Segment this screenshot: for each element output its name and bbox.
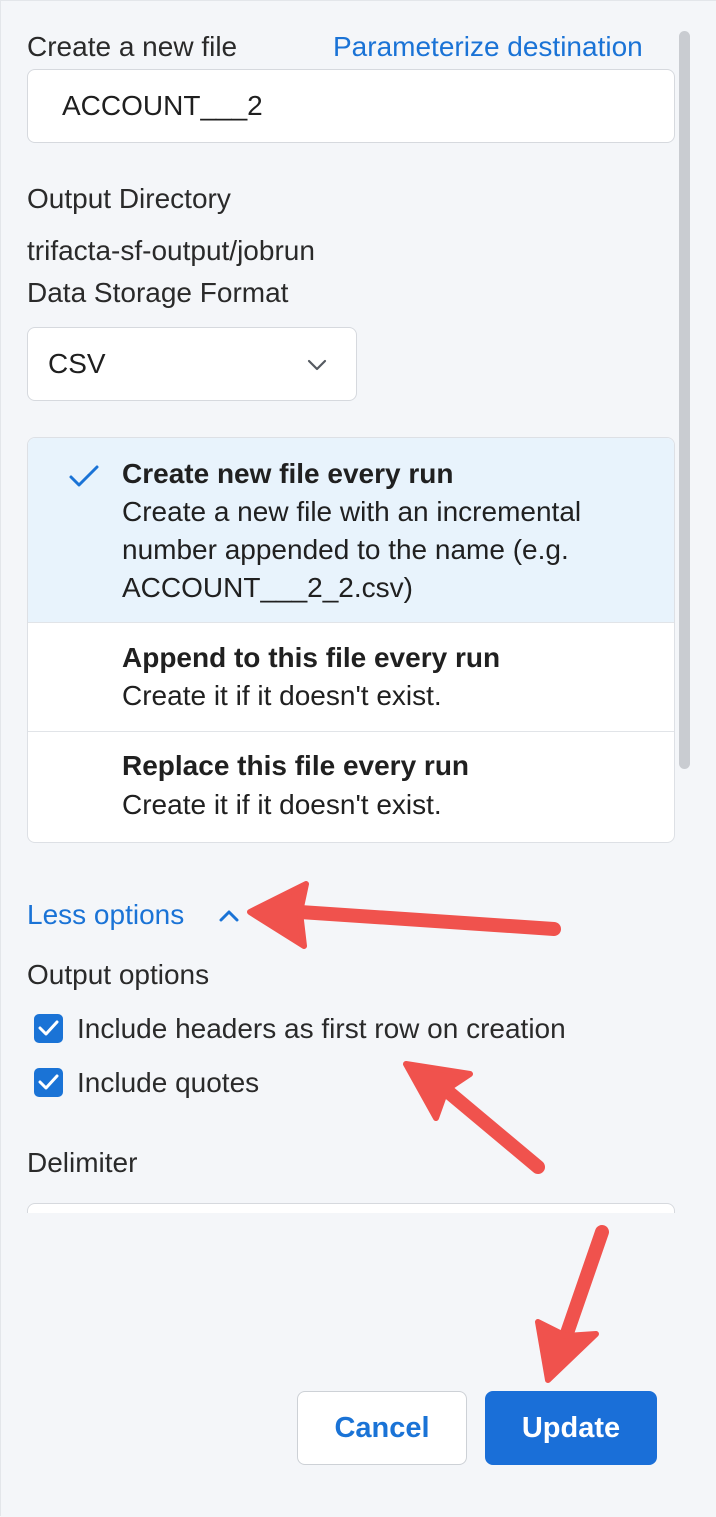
publishing-settings-panel: Create a new file Parameterize destinati… <box>0 0 716 1517</box>
write-action-list: Create new file every run Create a new f… <box>27 437 675 843</box>
parameterize-destination-link[interactable]: Parameterize destination <box>333 30 643 64</box>
output-directory-path: trifacta-sf-output/jobrun <box>27 235 315 266</box>
dialog-footer <box>1 1213 716 1517</box>
checkmark-icon <box>38 1020 59 1036</box>
data-storage-format-label: Data Storage Format <box>27 277 289 308</box>
write-action-title: Create new file every run <box>122 458 454 489</box>
checkmark-icon <box>38 1074 59 1090</box>
write-action-append[interactable]: Append to this file every run Create it … <box>28 623 674 731</box>
filename-input[interactable] <box>27 69 675 143</box>
create-new-file-label: Create a new file <box>27 31 238 62</box>
storage-format-selected-value: CSV <box>48 348 106 379</box>
cancel-button[interactable]: Cancel <box>297 1391 467 1465</box>
write-action-create-new-file[interactable]: Create new file every run Create a new f… <box>28 438 674 622</box>
delimiter-input[interactable] <box>27 1203 675 1213</box>
include-headers-label[interactable]: Include headers as first row on creation <box>77 1012 566 1046</box>
less-options-toggle[interactable]: Less options <box>27 898 184 932</box>
storage-format-select[interactable]: CSV <box>27 327 357 401</box>
vertical-scrollbar[interactable] <box>679 31 690 769</box>
output-directory-label: Output Directory <box>27 183 231 214</box>
include-headers-checkbox[interactable] <box>34 1014 63 1043</box>
output-options-label: Output options <box>27 959 210 990</box>
include-quotes-label[interactable]: Include quotes <box>77 1066 259 1100</box>
checkmark-icon <box>69 465 99 487</box>
write-action-title: Replace this file every run <box>122 750 470 781</box>
delimiter-label: Delimiter <box>27 1147 138 1178</box>
write-action-description: Create it if it doesn't exist. <box>122 680 442 711</box>
write-action-title: Append to this file every run <box>122 642 501 673</box>
settings-scroll-area[interactable]: Create a new file Parameterize destinati… <box>1 1 697 1213</box>
write-action-replace[interactable]: Replace this file every run Create it if… <box>28 732 674 842</box>
chevron-down-icon <box>307 359 327 371</box>
update-button[interactable]: Update <box>485 1391 657 1465</box>
chevron-up-icon[interactable] <box>217 905 241 925</box>
include-quotes-checkbox[interactable] <box>34 1068 63 1097</box>
write-action-description: Create it if it doesn't exist. <box>122 789 442 820</box>
write-action-description: Create a new file with an incremental nu… <box>122 496 582 603</box>
